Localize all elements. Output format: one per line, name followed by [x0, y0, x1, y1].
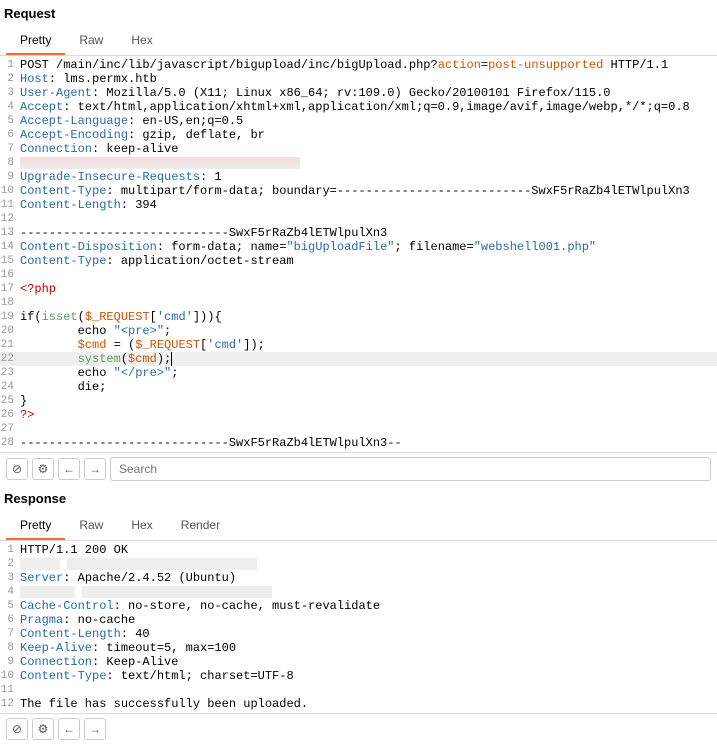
gear-icon[interactable]: ⚙	[32, 458, 54, 480]
request-toolbar: ⊘ ⚙ ← →	[0, 452, 717, 485]
tab-pretty-resp[interactable]: Pretty	[6, 512, 65, 540]
response-title: Response	[0, 485, 717, 512]
request-tabs: Pretty Raw Hex	[0, 27, 717, 56]
request-editor[interactable]: 1POST /main/inc/lib/javascript/bigupload…	[0, 56, 717, 452]
php-close: ?>	[20, 408, 34, 422]
http-path: /main/inc/lib/javascript/bigupload/inc/b…	[49, 58, 438, 72]
search-input[interactable]	[110, 457, 711, 481]
php-open: <?php	[20, 282, 56, 296]
tab-hex[interactable]: Hex	[117, 27, 166, 55]
tab-raw[interactable]: Raw	[65, 27, 117, 55]
cancel-icon[interactable]: ⊘	[6, 718, 28, 740]
arrow-right-icon[interactable]: →	[84, 458, 106, 480]
tab-pretty[interactable]: Pretty	[6, 27, 65, 55]
response-body: The file has successfully been uploaded.	[18, 697, 717, 711]
arrow-left-icon[interactable]: ←	[58, 718, 80, 740]
arrow-left-icon[interactable]: ←	[58, 458, 80, 480]
redacted-header: x	[20, 586, 75, 598]
tab-hex-resp[interactable]: Hex	[117, 512, 166, 540]
redacted-header: x	[20, 558, 60, 570]
tab-render-resp[interactable]: Render	[167, 512, 234, 540]
response-tabs: Pretty Raw Hex Render	[0, 512, 717, 541]
response-toolbar: ⊘ ⚙ ← →	[0, 713, 717, 744]
tab-raw-resp[interactable]: Raw	[65, 512, 117, 540]
gear-icon[interactable]: ⚙	[32, 718, 54, 740]
status-line: HTTP/1.1 200 OK	[18, 543, 717, 557]
arrow-right-icon[interactable]: →	[84, 718, 106, 740]
text-cursor	[171, 352, 172, 366]
cancel-icon[interactable]: ⊘	[6, 458, 28, 480]
http-method: POST	[20, 58, 49, 72]
request-title: Request	[0, 0, 717, 27]
redacted-header: x	[20, 157, 300, 169]
response-editor[interactable]: 1HTTP/1.1 200 OK 2x x 3Server: Apache/2.…	[0, 541, 717, 713]
